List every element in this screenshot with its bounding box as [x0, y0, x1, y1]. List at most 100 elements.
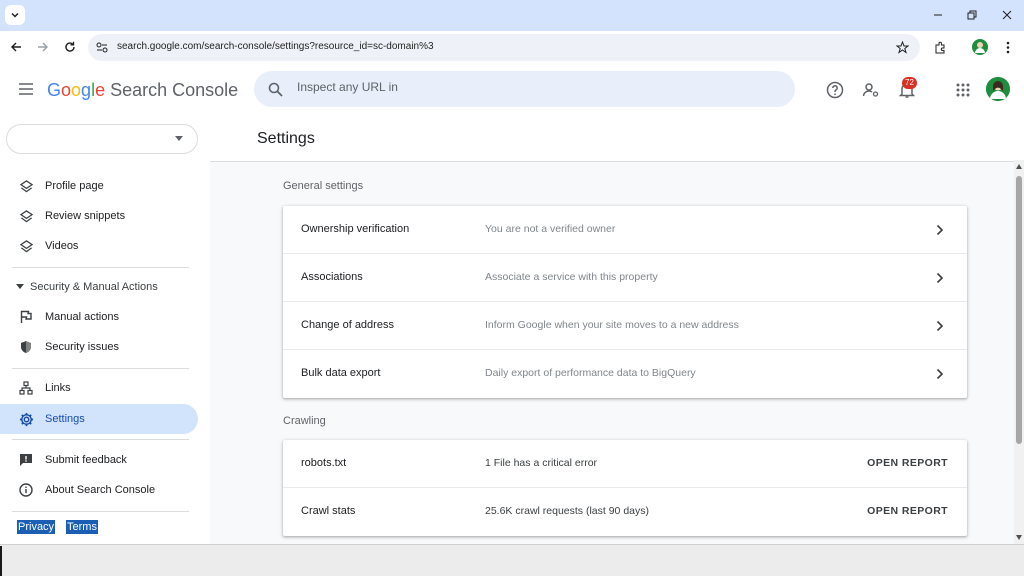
sitemap-links-icon — [18, 380, 34, 396]
sidebar-divider — [12, 439, 189, 440]
sidebar-divider — [12, 511, 189, 512]
sidebar-item-label: Links — [45, 382, 71, 394]
reload-button[interactable] — [61, 38, 79, 56]
arrow-right-icon — [38, 42, 48, 52]
apps-grid-icon — [956, 83, 970, 97]
chevron-right-icon — [933, 318, 947, 334]
row-description: 25.6K crawl requests (last 90 days) — [485, 505, 649, 517]
sidebar-item-label: Security issues — [45, 341, 119, 353]
restore-icon — [967, 10, 977, 20]
open-report-button[interactable]: OPEN REPORT — [867, 457, 948, 469]
section-collapse-arrow-icon — [16, 284, 24, 289]
chevron-right-icon — [933, 222, 947, 238]
search-input[interactable] — [297, 80, 777, 94]
user-avatar-icon — [986, 77, 1010, 101]
privacy-link[interactable]: Privacy — [17, 520, 56, 534]
sidebar-item-profile-page[interactable]: Profile page — [0, 171, 198, 201]
dropdown-arrow-icon — [175, 136, 183, 141]
tab-search-button[interactable] — [5, 5, 25, 25]
page-title-bar: Settings — [210, 116, 1024, 162]
sidebar-section-label: Security & Manual Actions — [30, 281, 158, 293]
sidebar-item-label: Manual actions — [45, 311, 119, 323]
back-button[interactable] — [7, 38, 25, 56]
scroll-thumb[interactable] — [1016, 176, 1022, 444]
minimize-button[interactable] — [928, 6, 948, 24]
sidebar-item-manual-actions[interactable]: Manual actions — [0, 302, 198, 332]
profile-button[interactable] — [971, 38, 989, 56]
chevron-right-icon — [933, 366, 947, 382]
help-button[interactable] — [824, 79, 846, 101]
sidebar-item-label: Videos — [45, 240, 79, 252]
row-description: 1 File has a critical error — [485, 457, 598, 469]
row-title: Crawl stats — [301, 505, 356, 517]
sidebar-item-about[interactable]: About Search Console — [0, 475, 198, 505]
layers-icon — [18, 178, 34, 194]
settings-row-bulk-data-export[interactable]: Bulk data export Daily export of perform… — [283, 350, 967, 398]
gear-icon — [18, 411, 34, 427]
sidebar-item-label: About Search Console — [45, 484, 156, 496]
forward-button[interactable] — [34, 38, 52, 56]
sidebar-item-submit-feedback[interactable]: Submit feedback — [0, 445, 198, 475]
settings-main: Settings General settings Ownership veri… — [210, 116, 1024, 544]
users-settings-button[interactable] — [860, 79, 882, 101]
sidebar-item-videos[interactable]: Videos — [0, 231, 198, 261]
sidebar-item-security-issues[interactable]: Security issues — [0, 332, 198, 362]
row-title: Ownership verification — [301, 223, 410, 235]
sidebar-section-security[interactable]: Security & Manual Actions — [14, 274, 204, 300]
taskbar-edge — [0, 546, 2, 576]
row-title: robots.txt — [301, 457, 347, 469]
sidebar-nav: Profile page Review snippets Videos Secu… — [0, 116, 210, 544]
account-avatar[interactable] — [986, 77, 1010, 101]
info-icon — [18, 482, 34, 498]
chevron-right-icon — [933, 270, 947, 286]
logo-letter: G — [47, 80, 62, 100]
layers-icon — [18, 238, 34, 254]
row-title: Bulk data export — [301, 367, 381, 379]
terms-link[interactable]: Terms — [66, 520, 98, 534]
page-title: Settings — [257, 130, 315, 147]
general-settings-card: Ownership verification You are not a ver… — [283, 206, 967, 398]
app-header: Google Search Console — [0, 64, 1024, 116]
shield-icon — [18, 339, 34, 355]
row-description: You are not a verified owner — [485, 223, 616, 235]
browser-toolbar: search.google.com/search-console/setting… — [0, 31, 1024, 64]
close-icon — [1002, 10, 1012, 20]
crawling-heading: Crawling — [283, 415, 326, 427]
url-inspection-search[interactable] — [254, 71, 795, 107]
url-text[interactable]: search.google.com/search-console/setting… — [117, 41, 447, 52]
bookmark-star-icon[interactable] — [896, 41, 909, 54]
browser-menu-button[interactable] — [999, 38, 1017, 56]
feedback-icon — [18, 452, 34, 468]
logo-letter: e — [95, 80, 106, 100]
settings-row-ownership[interactable]: Ownership verification You are not a ver… — [283, 206, 967, 254]
close-window-button[interactable] — [997, 6, 1017, 24]
row-description: Daily export of performance data to BigQ… — [485, 367, 696, 379]
scroll-up-arrow-icon[interactable] — [1016, 164, 1022, 169]
search-console-logo[interactable]: Google Search Console — [47, 80, 238, 101]
main-menu-button[interactable] — [18, 82, 36, 98]
extensions-button[interactable] — [931, 38, 949, 56]
address-bar[interactable]: search.google.com/search-console/setting… — [88, 34, 920, 61]
property-selector[interactable] — [6, 124, 198, 154]
search-icon — [268, 82, 283, 97]
layers-icon — [18, 208, 34, 224]
sidebar-item-label: Settings — [45, 413, 85, 425]
scroll-down-arrow-icon[interactable] — [1016, 535, 1022, 540]
open-report-button[interactable]: OPEN REPORT — [867, 505, 948, 517]
sidebar-item-settings[interactable]: Settings — [0, 404, 198, 434]
sidebar-item-links[interactable]: Links — [0, 373, 198, 403]
help-circle-icon — [826, 81, 844, 99]
minimize-icon — [934, 14, 942, 16]
row-title: Associations — [301, 271, 363, 283]
main-scrollbar[interactable] — [1014, 160, 1024, 544]
logo-letter: g — [81, 80, 92, 100]
settings-row-change-of-address[interactable]: Change of address Inform Google when you… — [283, 302, 967, 350]
os-taskbar — [0, 544, 1024, 576]
row-description: Inform Google when your site moves to a … — [485, 319, 739, 331]
crawling-row-crawl-stats: Crawl stats 25.6K crawl requests (last 9… — [283, 488, 967, 536]
restore-button[interactable] — [962, 6, 982, 24]
sidebar-item-review-snippets[interactable]: Review snippets — [0, 201, 198, 231]
row-description: Associate a service with this property — [485, 271, 658, 283]
google-apps-button[interactable] — [952, 79, 974, 101]
settings-row-associations[interactable]: Associations Associate a service with th… — [283, 254, 967, 302]
